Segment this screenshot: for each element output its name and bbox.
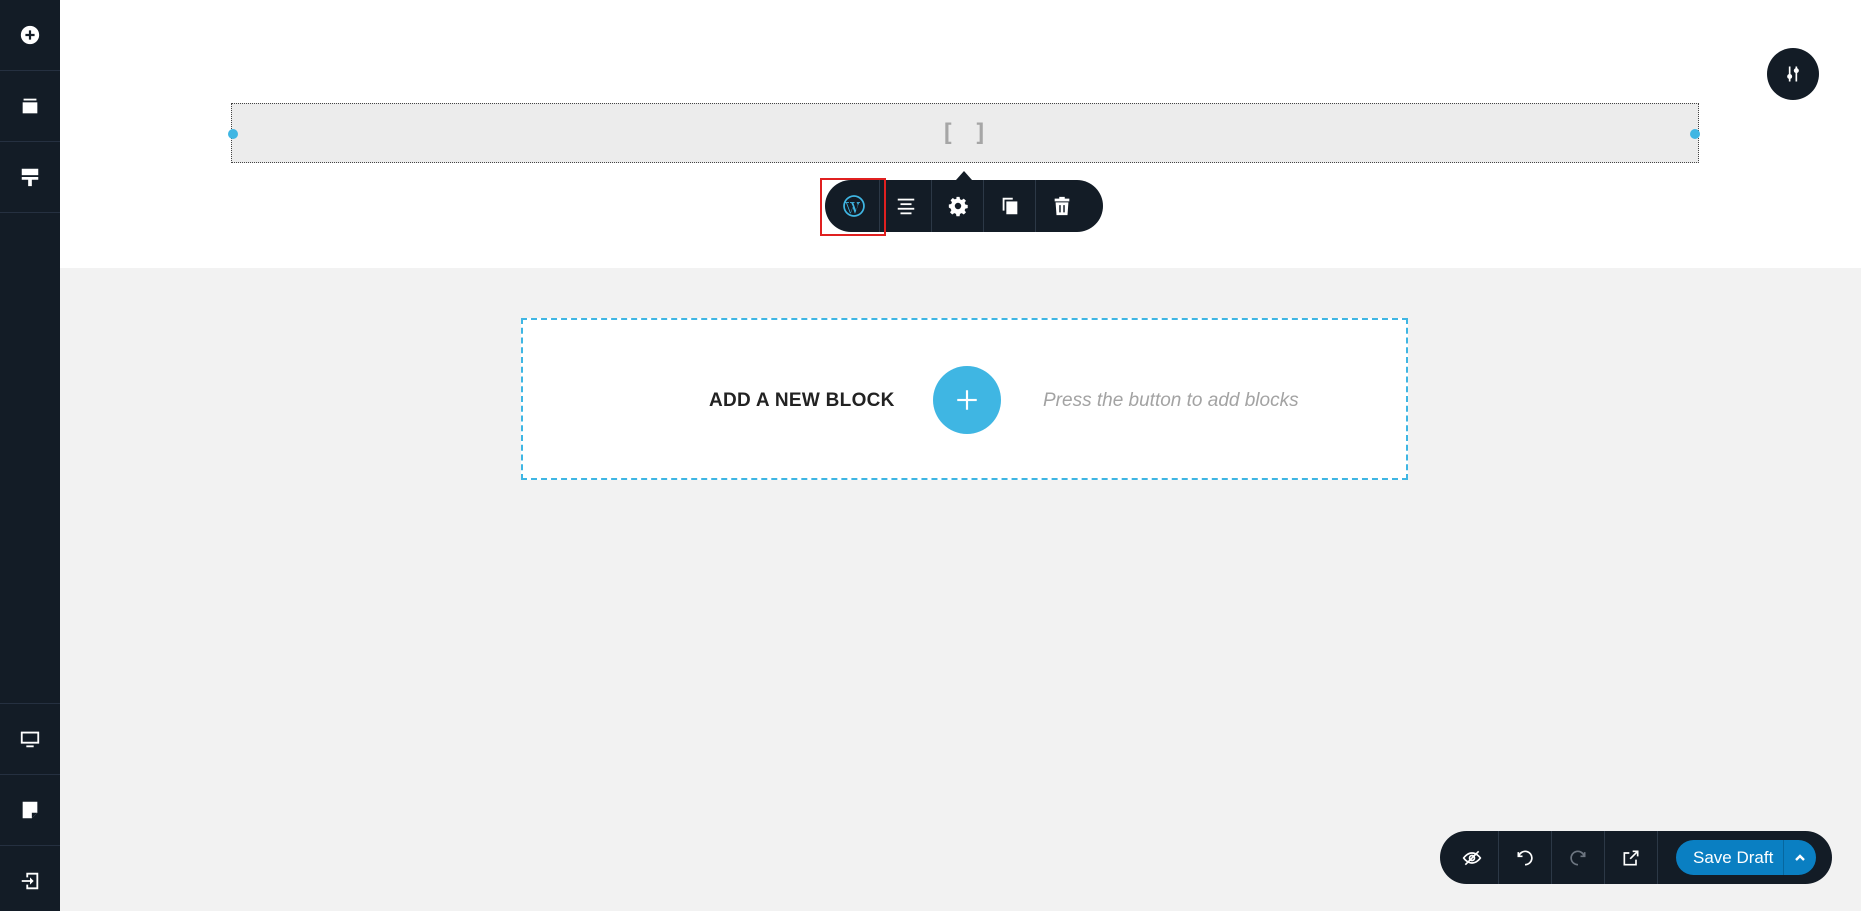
exit-icon: [21, 872, 39, 890]
layers-icon: [22, 98, 38, 114]
save-group: Save Draft: [1676, 840, 1817, 875]
duplicate-icon: [1002, 197, 1017, 215]
desktop-view-button[interactable]: [0, 703, 60, 774]
external-link-icon: [1623, 850, 1639, 865]
undo-button[interactable]: [1499, 831, 1552, 884]
block-toolbar: [825, 180, 1103, 232]
desktop-icon: [20, 731, 40, 748]
save-options-button[interactable]: [1783, 840, 1816, 875]
undo-icon: [1517, 850, 1533, 866]
gear-icon: [948, 196, 968, 217]
page-edit-icon: [22, 801, 38, 819]
view-page-button[interactable]: [1605, 831, 1658, 884]
resize-handle-right[interactable]: [1690, 129, 1700, 139]
page-settings-fab[interactable]: [1767, 48, 1819, 100]
wordpress-button[interactable]: [828, 180, 880, 232]
delete-button[interactable]: [1036, 180, 1088, 232]
preview-toggle-button[interactable]: [1446, 831, 1499, 884]
plus-circle-icon: [20, 25, 40, 45]
toolbar-pointer: [956, 171, 972, 180]
shortcode-icon: [ ]: [940, 119, 990, 147]
sliders-icon: [1787, 66, 1799, 82]
eye-slash-icon: [1462, 850, 1482, 865]
add-block-title: ADD A NEW BLOCK: [709, 390, 895, 411]
block-settings-button[interactable]: [932, 180, 984, 232]
trash-icon: [1054, 196, 1070, 216]
add-block-button[interactable]: [933, 366, 1001, 434]
plus-icon: [957, 390, 977, 410]
style-button[interactable]: [0, 142, 60, 213]
align-button[interactable]: [880, 180, 932, 232]
add-block-area: ADD A NEW BLOCK Press the button to add …: [521, 318, 1408, 480]
page-settings-button[interactable]: [0, 774, 60, 845]
chevron-up-icon: [1795, 853, 1806, 861]
align-center-icon: [897, 198, 914, 215]
add-element-button[interactable]: [0, 0, 60, 71]
add-block-hint: Press the button to add blocks: [1043, 390, 1299, 411]
duplicate-button[interactable]: [984, 180, 1036, 232]
paint-roller-icon: [21, 168, 39, 187]
layers-button[interactable]: [0, 71, 60, 142]
redo-button[interactable]: [1552, 831, 1605, 884]
exit-button[interactable]: [0, 845, 60, 911]
shortcode-block[interactable]: [ ]: [231, 103, 1699, 163]
left-sidebar: [0, 0, 60, 911]
redo-icon: [1570, 850, 1586, 866]
resize-handle-left[interactable]: [228, 129, 238, 139]
wordpress-icon: [842, 195, 865, 217]
action-bar: Save Draft: [1440, 831, 1832, 884]
save-draft-button[interactable]: Save Draft: [1676, 840, 1783, 875]
